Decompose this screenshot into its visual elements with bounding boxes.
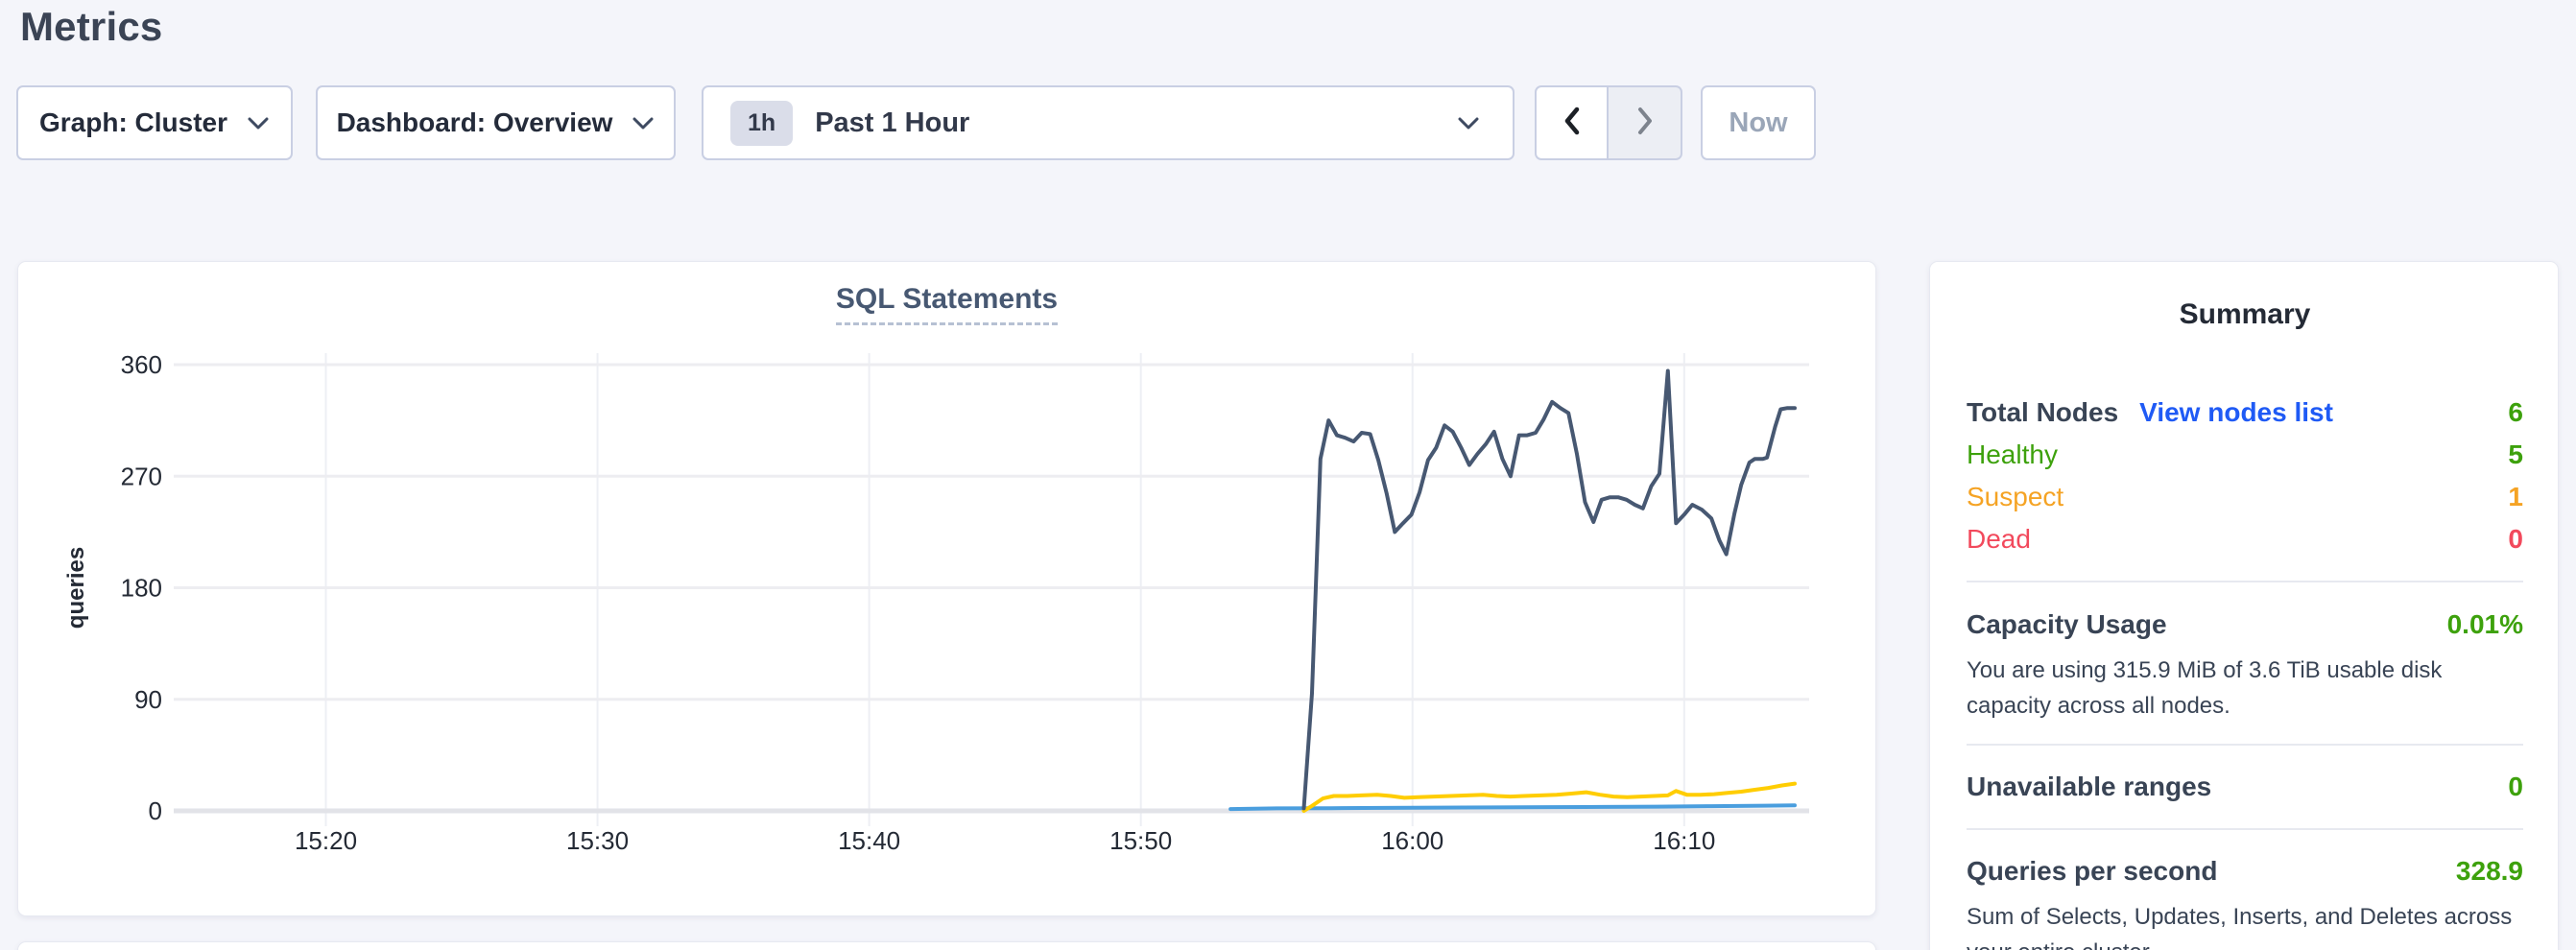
page-title: Metrics [20,4,162,50]
unavailable-ranges-section: Unavailable ranges 0 [1967,766,2523,808]
healthy-value: 5 [2508,439,2523,470]
svg-text:15:50: 15:50 [1109,826,1172,855]
svg-text:180: 180 [121,574,162,603]
dead-value: 0 [2508,524,2523,555]
svg-text:15:20: 15:20 [295,826,357,855]
unavailable-ranges-value: 0 [2508,772,2523,802]
graph-dropdown[interactable]: Graph: Cluster [16,85,293,160]
now-button[interactable]: Now [1701,85,1816,160]
svg-text:360: 360 [121,350,162,379]
divider [1967,744,2523,746]
suspect-value: 1 [2508,482,2523,512]
dead-nodes-row: Dead 0 [1967,518,2523,560]
dead-label: Dead [1967,524,2031,555]
sql-statements-chart[interactable]: 15:20 15:30 15:40 15:50 16:00 16:10 0 90 180 270 3… [18,262,1877,917]
next-chart-card [17,941,1876,950]
qps-row: Queries per second 328.9 [1967,850,2523,892]
time-range-selector[interactable]: 1h Past 1 Hour [702,85,1515,160]
svg-text:15:30: 15:30 [566,826,629,855]
svg-text:15:40: 15:40 [838,826,900,855]
chevron-left-icon [1562,107,1583,140]
capacity-section: Capacity Usage 0.01% You are using 315.9… [1967,603,2523,724]
chevron-down-icon [632,116,655,131]
healthy-label: Healthy [1967,439,2058,470]
svg-text:270: 270 [121,462,162,490]
capacity-row: Capacity Usage 0.01% [1967,603,2523,646]
chevron-right-icon [1634,107,1656,140]
total-nodes-value: 6 [2508,397,2523,428]
summary-panel: Summary Total Nodes View nodes list 6 He… [1929,261,2559,950]
dashboard-dropdown[interactable]: Dashboard: Overview [316,85,676,160]
qps-description: Sum of Selects, Updates, Inserts, and De… [1967,899,2523,950]
time-window-pager [1535,85,1682,160]
chevron-down-icon [247,116,270,131]
view-nodes-list-link[interactable]: View nodes list [2139,397,2333,428]
divider [1967,828,2523,830]
svg-text:16:00: 16:00 [1381,826,1443,855]
time-range-label: Past 1 Hour [815,107,969,139]
chevron-down-icon [1457,116,1480,131]
sql-statements-chart-card: SQL Statements 15:2015:3015:4015:5016:00… [17,261,1876,916]
time-range-badge: 1h [730,101,793,146]
metrics-page: Metrics Graph: Cluster Dashboard: Overvi… [0,0,2576,950]
graph-dropdown-label: Graph: Cluster [39,107,227,138]
divider [1967,581,2523,582]
total-nodes-row: Total Nodes View nodes list 6 [1967,391,2523,434]
suspect-label: Suspect [1967,482,2063,512]
svg-text:0: 0 [149,796,162,825]
suspect-nodes-row: Suspect 1 [1967,476,2523,518]
qps-section: Queries per second 328.9 Sum of Selects,… [1967,850,2523,950]
unavailable-ranges-label: Unavailable ranges [1967,772,2211,802]
capacity-label: Capacity Usage [1967,609,2167,640]
unavailable-ranges-row: Unavailable ranges 0 [1967,766,2523,808]
qps-label: Queries per second [1967,856,2217,887]
svg-text:90: 90 [134,685,162,714]
capacity-value: 0.01% [2447,609,2523,640]
previous-time-window-button[interactable] [1535,85,1609,160]
healthy-nodes-row: Healthy 5 [1967,434,2523,476]
next-time-window-button[interactable] [1609,85,1682,160]
total-nodes-label: Total Nodes [1967,397,2118,428]
capacity-description: You are using 315.9 MiB of 3.6 TiB usabl… [1967,653,2523,724]
summary-title: Summary [1967,298,2523,331]
svg-text:queries: queries [63,547,89,629]
qps-value: 328.9 [2456,856,2523,887]
svg-text:16:10: 16:10 [1653,826,1715,855]
dashboard-dropdown-label: Dashboard: Overview [337,107,613,138]
